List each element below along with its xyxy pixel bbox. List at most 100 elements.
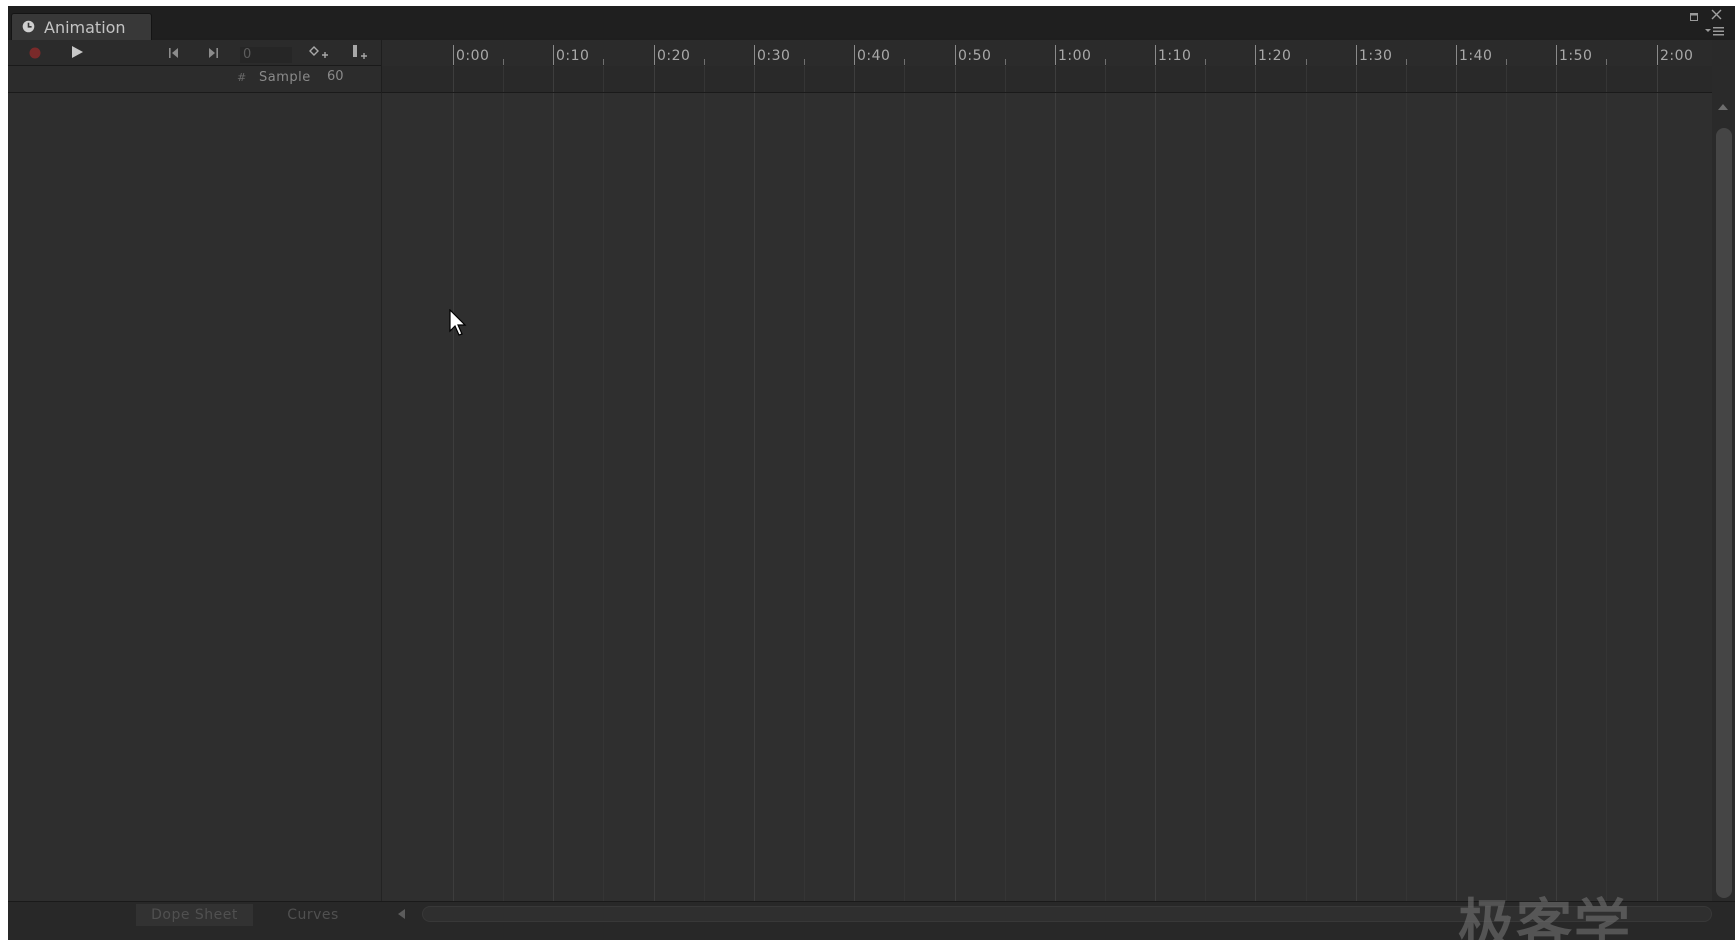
- timeline-minor-gridline: [1306, 66, 1307, 92]
- ruler-minor-tick: [503, 59, 504, 65]
- timeline-major-gridline: [553, 93, 554, 901]
- vertical-scroll-thumb[interactable]: [1716, 128, 1732, 898]
- timeline-major-gridline: [1456, 93, 1457, 901]
- ruler-major-tick: [754, 45, 755, 65]
- sample-hash-label: #: [237, 71, 247, 84]
- add-event-icon[interactable]: [351, 44, 371, 62]
- timeline-minor-gridline: [1005, 93, 1006, 901]
- ruler-major-tick: [854, 45, 855, 65]
- sample-rate-field[interactable]: 60: [327, 69, 344, 84]
- add-keyframe-icon[interactable]: [308, 45, 330, 61]
- ruler-time-label: 0:40: [857, 48, 891, 64]
- timeline-minor-gridline: [1205, 66, 1206, 92]
- timeline-major-gridline: [1657, 66, 1658, 92]
- timeline-minor-gridline: [1406, 93, 1407, 901]
- timeline-minor-gridline: [1406, 66, 1407, 92]
- tab-title: Animation: [44, 18, 126, 37]
- ruler-time-label: 1:30: [1359, 48, 1393, 64]
- animation-window: Animation 0 # Sample 60 0:00 0:10 0:20 0…: [8, 6, 1735, 940]
- timeline-major-gridline: [453, 93, 454, 901]
- current-frame-field[interactable]: 0: [240, 47, 292, 63]
- dopesheet-timeline[interactable]: [382, 93, 1712, 901]
- timeline-minor-gridline: [1105, 93, 1106, 901]
- ruler-major-tick: [1456, 45, 1457, 65]
- ruler-time-label: 1:40: [1459, 48, 1493, 64]
- ruler-minor-tick: [904, 59, 905, 65]
- timeline-minor-gridline: [503, 93, 504, 901]
- timeline-minor-gridline: [1105, 66, 1106, 92]
- scroll-left-icon[interactable]: [398, 909, 405, 919]
- timeline-major-gridline: [1055, 66, 1056, 92]
- time-ruler[interactable]: 0:00 0:10 0:20 0:30 0:40 0:50 1:00 1:10 1:20 1:30…: [382, 40, 1712, 67]
- ruler-minor-tick: [704, 59, 705, 65]
- ruler-minor-tick: [1406, 59, 1407, 65]
- mouse-cursor-icon: [449, 309, 467, 336]
- ruler-major-tick: [553, 45, 554, 65]
- ruler-time-label: 0:50: [958, 48, 992, 64]
- maximize-icon[interactable]: [1690, 11, 1698, 23]
- timeline-minor-gridline: [804, 66, 805, 92]
- ruler-major-tick: [1255, 45, 1256, 65]
- ruler-major-tick: [1356, 45, 1357, 65]
- timeline-major-gridline: [955, 66, 956, 92]
- timeline-major-gridline: [553, 66, 554, 92]
- clock-icon: [22, 20, 35, 33]
- ruler-time-label: 1:50: [1559, 48, 1593, 64]
- timeline-minor-gridline: [904, 93, 905, 901]
- timeline-major-gridline: [1456, 66, 1457, 92]
- animation-toolbar: 0: [8, 40, 381, 66]
- timeline-minor-gridline: [1506, 66, 1507, 92]
- timeline-major-gridline: [1556, 93, 1557, 901]
- timeline-major-gridline: [754, 66, 755, 92]
- ruler-time-label: 2:00: [1660, 48, 1694, 64]
- ruler-minor-tick: [1606, 59, 1607, 65]
- ruler-minor-tick: [1506, 59, 1507, 65]
- vertical-scrollbar[interactable]: [1712, 40, 1735, 901]
- event-lane[interactable]: [382, 66, 1712, 93]
- scroll-up-icon[interactable]: [1718, 104, 1728, 110]
- timeline-minor-gridline: [1606, 66, 1607, 92]
- timeline-major-gridline: [1155, 66, 1156, 92]
- timeline-minor-gridline: [603, 66, 604, 92]
- tab-dope-sheet[interactable]: Dope Sheet: [136, 904, 253, 926]
- timeline-major-gridline: [654, 93, 655, 901]
- timeline-major-gridline: [854, 93, 855, 901]
- timeline-minor-gridline: [1606, 93, 1607, 901]
- property-hierarchy-panel[interactable]: [8, 93, 382, 901]
- ruler-major-tick: [453, 45, 454, 65]
- next-keyframe-icon[interactable]: [207, 47, 219, 59]
- timeline-major-gridline: [453, 66, 454, 92]
- ruler-major-tick: [1657, 45, 1658, 65]
- timeline-minor-gridline: [503, 66, 504, 92]
- ruler-major-tick: [1155, 45, 1156, 65]
- record-icon[interactable]: [28, 46, 42, 60]
- timeline-minor-gridline: [904, 66, 905, 92]
- timeline-minor-gridline: [603, 93, 604, 901]
- watermark: 极客学: [1458, 894, 1632, 940]
- ruler-time-label: 1:10: [1158, 48, 1192, 64]
- ruler-time-label: 0:00: [456, 48, 490, 64]
- ruler-major-tick: [1556, 45, 1557, 65]
- play-icon[interactable]: [70, 45, 84, 59]
- ruler-major-tick: [654, 45, 655, 65]
- ruler-major-tick: [1055, 45, 1056, 65]
- timeline-major-gridline: [754, 93, 755, 901]
- timeline-major-gridline: [1055, 93, 1056, 901]
- ruler-time-label: 1:00: [1058, 48, 1092, 64]
- ruler-minor-tick: [1005, 59, 1006, 65]
- previous-keyframe-icon[interactable]: [168, 47, 180, 59]
- close-icon[interactable]: [1711, 9, 1722, 22]
- timeline-major-gridline: [1356, 66, 1357, 92]
- timeline-major-gridline: [1155, 93, 1156, 901]
- sample-label: Sample: [259, 70, 311, 85]
- ruler-minor-tick: [804, 59, 805, 65]
- sample-rate-row: # Sample 60: [8, 66, 381, 93]
- timeline-major-gridline: [1356, 93, 1357, 901]
- timeline-major-gridline: [854, 66, 855, 92]
- ruler-minor-tick: [1306, 59, 1307, 65]
- tab-animation[interactable]: Animation: [11, 13, 152, 40]
- panel-menu-icon[interactable]: [1705, 26, 1725, 38]
- tab-curves[interactable]: Curves: [258, 904, 368, 926]
- ruler-time-label: 0:10: [556, 48, 590, 64]
- ruler-time-label: 1:20: [1258, 48, 1292, 64]
